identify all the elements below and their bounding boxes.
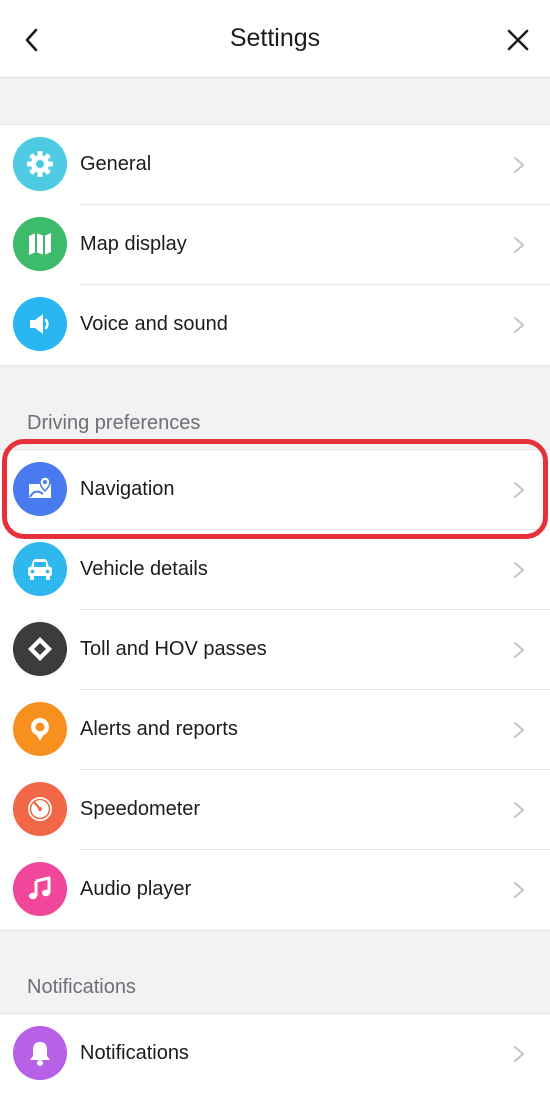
- navigation-icon: [13, 462, 67, 516]
- close-icon: [507, 29, 529, 51]
- settings-item-label: Toll and HOV passes: [80, 638, 267, 660]
- section-title-driving-preferences: Driving preferences: [27, 412, 201, 434]
- settings-group-driving: Navigation Vehicle details Toll and HOV …: [0, 449, 550, 931]
- speedometer-icon: [13, 782, 67, 836]
- settings-item-label: Navigation: [80, 478, 175, 500]
- chevron-right-icon: [514, 317, 524, 333]
- chevron-right-icon: [514, 562, 524, 578]
- bell-icon: [13, 1026, 67, 1080]
- settings-item-navigation[interactable]: Navigation: [0, 450, 550, 530]
- page-title: Settings: [229, 24, 321, 52]
- settings-item-general[interactable]: General: [0, 125, 550, 205]
- gear-icon: [13, 137, 67, 191]
- chevron-right-icon: [514, 482, 524, 498]
- settings-item-label: Audio player: [80, 878, 192, 900]
- car-icon: [13, 542, 67, 596]
- chevron-right-icon: [514, 1046, 524, 1062]
- settings-item-speedometer[interactable]: Speedometer: [0, 770, 550, 850]
- chevron-right-icon: [514, 642, 524, 658]
- speaker-icon: [13, 297, 67, 351]
- settings-item-label: Speedometer: [80, 798, 201, 820]
- music-note-icon: [13, 862, 67, 916]
- chevron-right-icon: [514, 237, 524, 253]
- close-button[interactable]: [500, 22, 536, 58]
- chevron-right-icon: [514, 802, 524, 818]
- settings-item-audio-player[interactable]: Audio player: [0, 850, 550, 930]
- settings-item-label: Notifications: [80, 1042, 189, 1064]
- diamond-icon: [13, 622, 67, 676]
- settings-item-label: Voice and sound: [80, 313, 228, 335]
- settings-item-alerts-and-reports[interactable]: Alerts and reports: [0, 690, 550, 770]
- chevron-right-icon: [514, 157, 524, 173]
- settings-item-toll-and-hov-passes[interactable]: Toll and HOV passes: [0, 610, 550, 690]
- section-title-notifications: Notifications: [27, 976, 136, 998]
- settings-item-notifications[interactable]: Notifications: [0, 1014, 550, 1094]
- chevron-right-icon: [514, 882, 524, 898]
- map-icon: [13, 217, 67, 271]
- settings-group-main: General Map display Voice and sound: [0, 124, 550, 366]
- header-bar: Settings: [0, 0, 550, 78]
- settings-group-notifications: Notifications: [0, 1013, 550, 1094]
- settings-item-map-display[interactable]: Map display: [0, 205, 550, 285]
- settings-item-label: Alerts and reports: [80, 718, 238, 740]
- alert-pin-icon: [13, 702, 67, 756]
- chevron-right-icon: [514, 722, 524, 738]
- settings-item-voice-and-sound[interactable]: Voice and sound: [0, 285, 550, 365]
- settings-item-label: Map display: [80, 233, 187, 255]
- settings-item-vehicle-details[interactable]: Vehicle details: [0, 530, 550, 610]
- settings-item-label: General: [80, 153, 152, 175]
- settings-item-label: Vehicle details: [80, 558, 208, 580]
